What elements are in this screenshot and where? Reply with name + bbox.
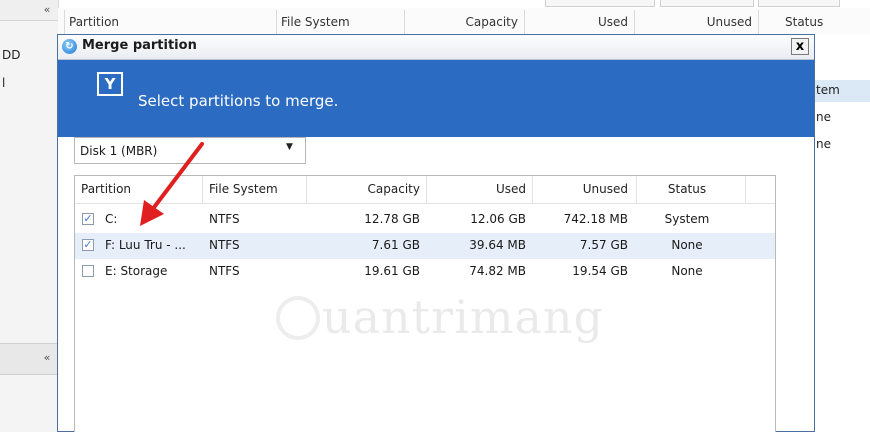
chevron-down-icon[interactable]: ▼ <box>286 142 293 152</box>
column-header-capacity[interactable]: Capacity <box>306 182 420 196</box>
column-header-partition[interactable]: Partition <box>64 10 276 34</box>
column-header-unused[interactable]: Unused <box>634 10 758 34</box>
cell-file-system: NTFS <box>209 212 240 226</box>
sidebar-item-text: DD <box>2 48 21 62</box>
background-cell: ne <box>816 137 831 151</box>
column-header-status[interactable]: Status <box>758 10 870 34</box>
merge-partition-icon: Y <box>97 72 123 96</box>
cell-file-system: NTFS <box>209 238 240 252</box>
column-header-used[interactable]: Used <box>426 182 526 196</box>
toolbar-button[interactable] <box>758 0 840 7</box>
cell-status: None <box>671 238 703 252</box>
column-header-used[interactable]: Used <box>524 10 634 34</box>
toolbar-button[interactable] <box>660 0 754 7</box>
cell-used: 74.82 MB <box>469 264 526 278</box>
banner-instruction: Select partitions to merge. <box>138 92 339 110</box>
double-chevron-up-icon[interactable]: « <box>40 3 54 17</box>
cell-status: None <box>671 264 703 278</box>
cell-unused: 742.18 MB <box>563 212 628 226</box>
dialog-title: Merge partition <box>82 38 197 53</box>
background-cell: tem <box>816 83 840 97</box>
cell-partition[interactable]: E: Storage <box>105 264 167 278</box>
watermark-text: uantrimang <box>322 290 604 344</box>
cell-capacity: 19.61 GB <box>364 264 420 278</box>
sidebar-item-text: l <box>2 76 6 90</box>
watermark-logo <box>276 296 320 340</box>
cell-used: 39.64 MB <box>469 238 526 252</box>
cell-used: 12.06 GB <box>470 212 526 226</box>
column-divider <box>745 176 746 203</box>
background-cell: ne <box>816 110 831 124</box>
column-header-status[interactable]: Status <box>636 182 738 196</box>
cell-partition[interactable]: C: <box>105 212 117 226</box>
cell-capacity: 7.61 GB <box>371 238 420 252</box>
cell-capacity: 12.78 GB <box>364 212 420 226</box>
merge-dialog-icon: ↻ <box>62 39 77 54</box>
column-header-partition[interactable]: Partition <box>81 182 131 196</box>
row-checkbox[interactable] <box>82 265 94 277</box>
column-header-capacity[interactable]: Capacity <box>404 10 524 34</box>
row-checkbox[interactable]: ✓ <box>82 239 94 251</box>
column-header-file-system[interactable]: File System <box>209 182 278 196</box>
close-button[interactable]: x <box>791 38 809 55</box>
column-header-file-system[interactable]: File System <box>276 10 404 34</box>
red-pointer-arrow <box>140 142 204 226</box>
cell-unused: 19.54 GB <box>572 264 628 278</box>
double-chevron-up-icon[interactable]: « <box>40 351 54 365</box>
row-checkbox[interactable]: ✓ <box>82 213 94 225</box>
cell-file-system: NTFS <box>209 264 240 278</box>
column-header-unused[interactable]: Unused <box>532 182 628 196</box>
cell-partition[interactable]: F: Luu Tru - ... <box>105 238 186 252</box>
cell-status: System <box>664 212 710 226</box>
toolbar-button[interactable] <box>545 0 655 7</box>
cell-unused: 7.57 GB <box>579 238 628 252</box>
